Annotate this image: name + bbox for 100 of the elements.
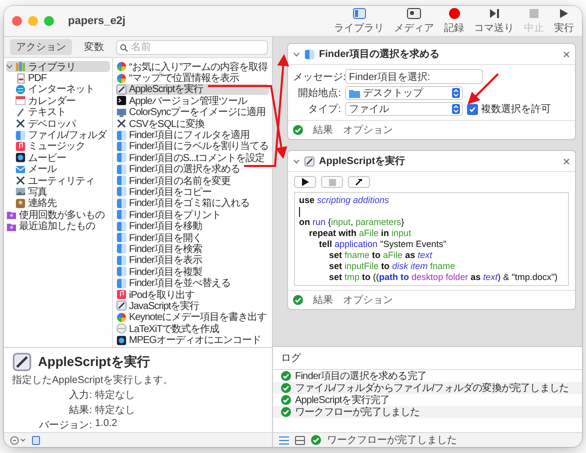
message-field[interactable]: Finder項目を選択: bbox=[345, 69, 483, 84]
annotation-arrow bbox=[468, 73, 499, 104]
footer-tab[interactable]: 結果 bbox=[313, 123, 333, 137]
library-item[interactable]: デベロッパ bbox=[6, 118, 110, 130]
books-icon bbox=[15, 61, 26, 72]
search-field[interactable]: 名前 bbox=[116, 40, 268, 54]
action-description: 指定したAppleScriptを実行します。 bbox=[12, 374, 174, 387]
code-line: set inputFile to disk item fname bbox=[328, 261, 456, 272]
run-button[interactable] bbox=[294, 176, 316, 188]
close-icon[interactable] bbox=[563, 50, 570, 58]
toolbar-button[interactable]: ライブラリ bbox=[334, 8, 384, 34]
action-item[interactable]: Finder項目にラベルを割り当てる bbox=[116, 140, 269, 152]
code-line: tell application "System Events" bbox=[318, 239, 448, 250]
action-item[interactable]: Finder項目を検索 bbox=[116, 243, 269, 255]
action-item[interactable]: Finder項目を並べ替える bbox=[116, 277, 269, 289]
music-icon bbox=[15, 140, 26, 152]
action-item[interactable]: LaTeXiTで数式を作成 bbox=[116, 322, 269, 334]
library-item[interactable]: PDF bbox=[6, 72, 110, 84]
split-view-icon[interactable] bbox=[295, 436, 305, 444]
library-item[interactable]: ライブラリ bbox=[6, 61, 110, 72]
play-icon bbox=[301, 178, 309, 186]
action-item[interactable]: Keynoteにメデー項目を書き出す bbox=[116, 312, 269, 323]
action-item[interactable]: Finder項目をプリント bbox=[116, 209, 269, 220]
tab[interactable]: アクション bbox=[10, 39, 72, 55]
footer-tab[interactable]: 結果 bbox=[313, 293, 333, 307]
contacts-icon bbox=[15, 198, 26, 209]
hammer-icon bbox=[355, 178, 363, 186]
library-item[interactable]: 連絡先 bbox=[6, 198, 110, 210]
list-icon[interactable] bbox=[279, 436, 289, 444]
property-label: 結果: bbox=[68, 404, 92, 417]
property-value: 1.0.2 bbox=[95, 418, 118, 431]
stepper-icon bbox=[452, 88, 460, 98]
type-popup[interactable]: ファイル bbox=[345, 102, 463, 116]
library-item[interactable]: ファイル/フォルダ bbox=[6, 129, 110, 141]
disclosure-icon[interactable] bbox=[293, 158, 300, 164]
close-icon[interactable] bbox=[12, 16, 22, 26]
globe-icon bbox=[15, 84, 26, 95]
card-title: AppleScriptを実行 bbox=[319, 154, 406, 168]
library-item[interactable]: 使用回数が多いもの bbox=[6, 209, 110, 220]
step-icon bbox=[488, 8, 500, 18]
checkbox-label[interactable]: 複数選択を許可 bbox=[481, 102, 551, 116]
library-item[interactable]: ムービー bbox=[6, 152, 110, 164]
script-editor[interactable] bbox=[294, 192, 569, 286]
action-item[interactable]: JavaScriptを実行 bbox=[116, 300, 269, 312]
color-wheel-icon bbox=[116, 312, 127, 323]
action-item[interactable]: Finder項目を複製 bbox=[116, 266, 269, 278]
action-item[interactable]: AppleScriptを実行 bbox=[116, 84, 269, 96]
checkbox[interactable] bbox=[467, 104, 478, 114]
action-item[interactable]: Finder項目をゴミ箱に入れる bbox=[116, 198, 269, 210]
action-item[interactable]: Appleバージョン管理ツール bbox=[116, 95, 269, 107]
toolbar-button[interactable]: メディア bbox=[394, 8, 434, 34]
footer-tab[interactable]: オプション bbox=[343, 123, 393, 137]
stepper-icon bbox=[452, 104, 460, 114]
action-item[interactable]: Finder項目の名前を変更 bbox=[116, 174, 269, 186]
disclosure-icon[interactable] bbox=[6, 63, 13, 70]
action-item[interactable]: Finder項目のS...tコメントを設定 bbox=[116, 152, 269, 164]
library-item[interactable]: 最近追加したもの bbox=[6, 220, 110, 232]
action-item[interactable]: Finder項目を開く bbox=[116, 232, 269, 244]
toolbar-button[interactable]: 記録 bbox=[444, 8, 464, 34]
document-icon[interactable] bbox=[32, 436, 40, 444]
log-entry: Finder項目の選択を求める完了 bbox=[295, 370, 427, 383]
action-item[interactable]: ColorSyncプーをイメージに適用 bbox=[116, 106, 269, 118]
color-wheel-icon bbox=[116, 61, 127, 72]
disclosure-icon[interactable] bbox=[293, 50, 300, 58]
property-value: 特定なし bbox=[95, 388, 135, 402]
folder-icon bbox=[349, 88, 360, 98]
library-item[interactable]: インターネット bbox=[6, 84, 110, 96]
action-item[interactable]: “マップ”で位置情報を表示 bbox=[116, 72, 269, 84]
action-item[interactable]: MPEGオーディオにエンコード bbox=[116, 334, 269, 346]
envelope-icon bbox=[15, 164, 26, 175]
action-item[interactable]: Finder項目を表示 bbox=[116, 254, 269, 266]
log-entry: ワークフローが完了しました bbox=[295, 406, 420, 419]
code-line: on run {input, parameters} bbox=[299, 217, 406, 228]
toolbar-button[interactable]: コマ送り bbox=[474, 8, 514, 34]
action-item[interactable]: Finder項目にフィルタを適用 bbox=[116, 129, 269, 141]
folder-popup[interactable]: デスクトップ bbox=[345, 86, 463, 100]
compile-button[interactable] bbox=[348, 176, 370, 188]
tab[interactable]: 変数 bbox=[78, 39, 110, 55]
action-item[interactable]: “お気に入り”アームの内容を取得 bbox=[116, 61, 269, 72]
calendar-icon bbox=[15, 95, 26, 106]
script-icon bbox=[116, 300, 127, 312]
action-item[interactable]: iPodを取り出す bbox=[116, 288, 269, 300]
script-icon bbox=[12, 352, 32, 372]
script-icon bbox=[304, 156, 315, 166]
property-label: 入力: bbox=[68, 388, 92, 402]
action-item[interactable]: Finder項目の選択を求める bbox=[116, 164, 269, 175]
library-item[interactable]: カレンダー bbox=[6, 95, 110, 107]
toolbar-button[interactable]: 実行 bbox=[554, 8, 574, 34]
library-item[interactable]: ユーティリティ bbox=[6, 174, 110, 186]
library-item[interactable]: テキスト bbox=[6, 106, 110, 118]
library-item[interactable]: メール bbox=[6, 164, 110, 175]
action-item[interactable]: Finder項目をコピー bbox=[116, 186, 269, 198]
library-item[interactable]: ミュージック bbox=[6, 140, 110, 152]
film-icon bbox=[15, 152, 26, 164]
action-item[interactable]: CSVをSQLに変換 bbox=[116, 118, 269, 130]
close-icon[interactable] bbox=[563, 158, 570, 164]
footer-tab[interactable]: オプション bbox=[343, 293, 393, 307]
library-item[interactable]: 写真 bbox=[6, 186, 110, 198]
status-text: ワークフローが完了しました bbox=[327, 434, 457, 447]
action-item[interactable]: Finder項目を移動 bbox=[116, 220, 269, 232]
